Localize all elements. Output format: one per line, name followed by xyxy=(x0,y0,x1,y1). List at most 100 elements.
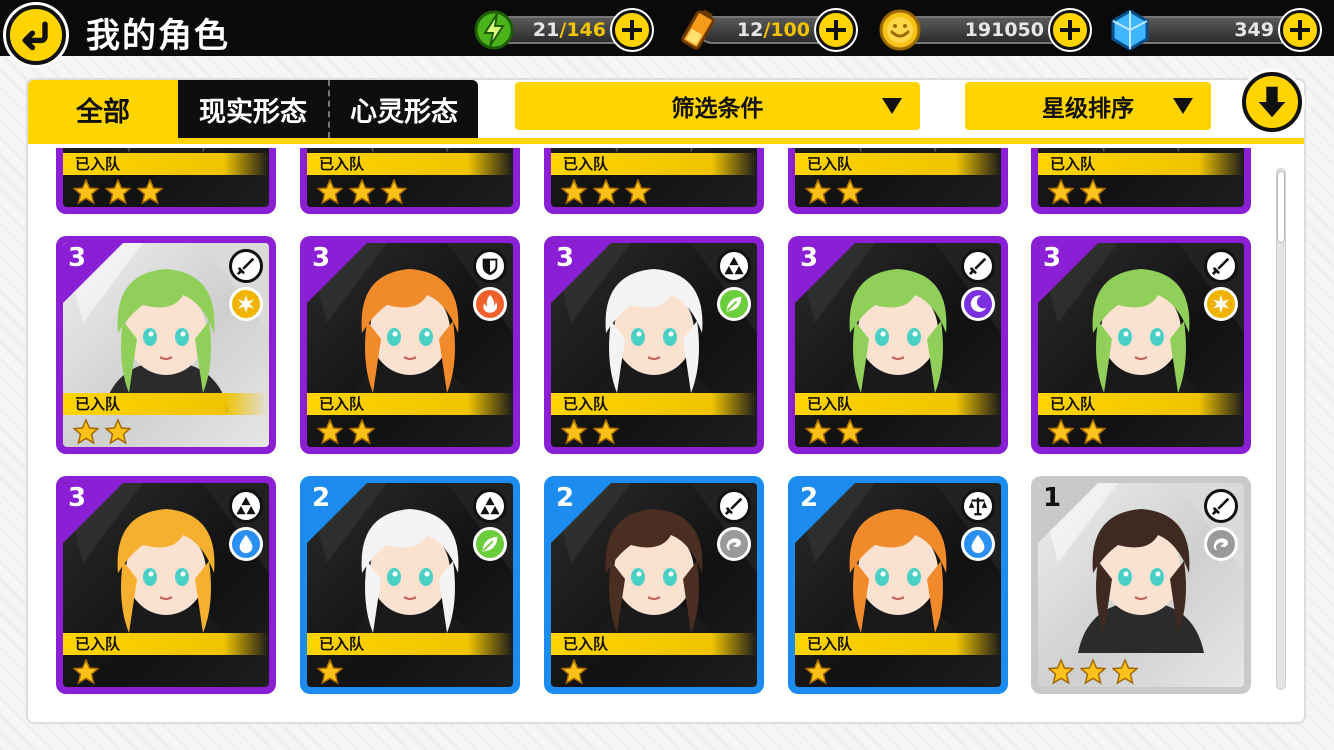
add-crystals-button[interactable] xyxy=(1280,10,1320,50)
battery-max: 100 xyxy=(770,19,810,41)
star-icon xyxy=(348,418,376,447)
add-battery-button[interactable] xyxy=(816,10,856,50)
sword-icon xyxy=(229,249,263,283)
tab-real-form[interactable]: 现实形态 xyxy=(178,80,328,138)
star-icon xyxy=(624,178,652,207)
star-icon xyxy=(72,418,100,447)
rank-number: 3 xyxy=(800,243,819,273)
character-card[interactable]: 2 已入队 xyxy=(544,476,764,694)
coin-icon xyxy=(878,8,922,52)
star-icon xyxy=(804,418,832,447)
star-icon xyxy=(136,178,164,207)
coins-resource: 191050 xyxy=(878,9,1090,51)
light-icon xyxy=(229,287,263,321)
joined-label: 已入队 xyxy=(795,153,1001,175)
star-icon xyxy=(72,178,100,207)
rank-number: 2 xyxy=(312,483,331,513)
character-card[interactable]: 3 已入队 xyxy=(788,236,1008,454)
character-card[interactable]: 已入队 xyxy=(788,148,1008,214)
star-icon xyxy=(1079,658,1107,687)
star-icon xyxy=(1079,178,1107,207)
back-arrow-icon xyxy=(22,21,48,51)
stamina-resource: 21/146 xyxy=(472,10,652,50)
joined-label: 已入队 xyxy=(551,393,757,415)
star-icon xyxy=(316,178,344,207)
character-grid: 已入队 已入队 已入队 已入队 已入队 3 已入队 3 已入队 3 已入队 3 已入队 3 已入队 3 已入队 2… xyxy=(32,148,1268,700)
tab-mind-form[interactable]: 心灵形态 xyxy=(328,80,478,138)
character-card[interactable]: 已入队 xyxy=(56,148,276,214)
star-icon xyxy=(836,418,864,447)
joined-label: 已入队 xyxy=(307,153,513,175)
rank-number: 2 xyxy=(556,483,575,513)
rank-number: 3 xyxy=(1043,243,1062,273)
shield-icon xyxy=(473,249,507,283)
leaf-icon xyxy=(473,527,507,561)
character-card[interactable]: 已入队 xyxy=(544,148,764,214)
stamina-max: 146 xyxy=(566,19,606,41)
star-rating xyxy=(804,178,864,207)
rank-number: 3 xyxy=(556,243,575,273)
lightning-icon xyxy=(472,8,516,52)
sort-dropdown[interactable]: 星级排序 xyxy=(965,82,1211,130)
crystal-icon xyxy=(1108,8,1152,52)
star-rating xyxy=(316,658,344,687)
sort-order-button[interactable] xyxy=(1242,72,1302,132)
star-icon xyxy=(1047,178,1075,207)
add-stamina-button[interactable] xyxy=(612,10,652,50)
add-coins-button[interactable] xyxy=(1050,10,1090,50)
star-rating xyxy=(1047,658,1139,687)
character-card[interactable]: 3 已入队 xyxy=(56,236,276,454)
star-icon xyxy=(1047,658,1075,687)
star-icon xyxy=(72,658,100,687)
character-card[interactable]: 2 已入队 xyxy=(788,476,1008,694)
page-title: 我的角色 xyxy=(86,16,230,56)
triforce-icon xyxy=(717,249,751,283)
sword-icon xyxy=(1204,249,1238,283)
light-icon xyxy=(1204,287,1238,321)
character-card[interactable]: 3 已入队 xyxy=(56,476,276,694)
swirl-icon xyxy=(1204,527,1238,561)
joined-label: 已入队 xyxy=(307,393,513,415)
filter-label: 筛选条件 xyxy=(671,96,764,122)
star-icon xyxy=(380,178,408,207)
back-button[interactable] xyxy=(6,5,66,65)
character-card[interactable]: 3 已入队 xyxy=(1031,236,1251,454)
star-icon xyxy=(560,418,588,447)
filter-dropdown[interactable]: 筛选条件 xyxy=(515,82,920,130)
crystal-count: 349 xyxy=(1234,19,1274,41)
character-card[interactable]: 已入队 xyxy=(300,148,520,214)
battery-icon xyxy=(676,8,720,52)
rank-number: 1 xyxy=(1043,483,1062,513)
joined-label: 已入队 xyxy=(307,633,513,655)
joined-label: 已入队 xyxy=(551,633,757,655)
joined-label: 已入队 xyxy=(63,393,269,415)
stamina-current: 21 xyxy=(532,19,560,41)
star-rating xyxy=(560,178,652,207)
battery-current: 12 xyxy=(736,19,764,41)
star-icon xyxy=(560,658,588,687)
scales-icon xyxy=(961,489,995,523)
sword-icon xyxy=(717,489,751,523)
triforce-icon xyxy=(229,489,263,523)
scrollbar[interactable] xyxy=(1276,168,1286,690)
triforce-icon xyxy=(473,489,507,523)
joined-label: 已入队 xyxy=(551,153,757,175)
star-rating xyxy=(316,418,376,447)
star-rating xyxy=(72,178,164,207)
star-icon xyxy=(592,178,620,207)
star-icon xyxy=(1079,418,1107,447)
water-icon xyxy=(229,527,263,561)
swirl-icon xyxy=(717,527,751,561)
character-card[interactable]: 3 已入队 xyxy=(544,236,764,454)
star-rating xyxy=(560,418,620,447)
star-icon xyxy=(316,658,344,687)
battery-resource: 12/100 xyxy=(676,9,856,50)
character-card[interactable]: 3 已入队 xyxy=(300,236,520,454)
joined-label: 已入队 xyxy=(1038,393,1244,415)
star-rating xyxy=(804,658,832,687)
character-card[interactable]: 2 已入队 xyxy=(300,476,520,694)
character-card[interactable]: 已入队 xyxy=(1031,148,1251,214)
character-card[interactable]: 1 xyxy=(1031,476,1251,694)
scrollbar-thumb[interactable] xyxy=(1278,172,1284,242)
tab-all[interactable]: 全部 xyxy=(28,80,178,138)
